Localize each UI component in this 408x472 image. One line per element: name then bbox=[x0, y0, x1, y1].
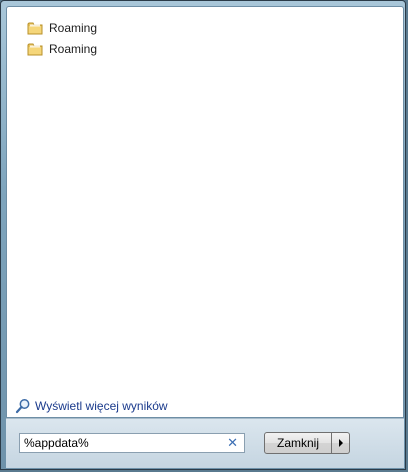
result-label: Roaming bbox=[49, 21, 98, 35]
close-icon[interactable]: ✕ bbox=[227, 436, 238, 450]
shutdown-options-button[interactable] bbox=[332, 432, 350, 454]
bottom-bar: ✕ Zamknij bbox=[6, 418, 404, 468]
see-more-results-link[interactable]: Wyświetl więcej wyników bbox=[15, 398, 168, 414]
result-item-roaming-1[interactable]: Roaming bbox=[27, 18, 97, 38]
search-icon bbox=[15, 399, 30, 414]
shutdown-group: Zamknij bbox=[264, 432, 350, 454]
result-item-roaming-2[interactable]: Roaming bbox=[27, 39, 97, 59]
folder-icon bbox=[27, 43, 43, 56]
shutdown-button[interactable]: Zamknij bbox=[264, 432, 332, 454]
start-menu: Roaming Roaming Wyświetl więcej wyników … bbox=[0, 0, 406, 470]
search-input[interactable] bbox=[20, 436, 218, 450]
search-box[interactable]: ✕ bbox=[19, 433, 245, 453]
see-more-results-label: Wyświetl więcej wyników bbox=[35, 399, 168, 413]
chevron-right-icon bbox=[338, 439, 343, 447]
folder-icon bbox=[27, 22, 43, 35]
result-label: Roaming bbox=[49, 42, 98, 56]
search-results-pane: Roaming Roaming Wyświetl więcej wyników bbox=[6, 6, 404, 418]
